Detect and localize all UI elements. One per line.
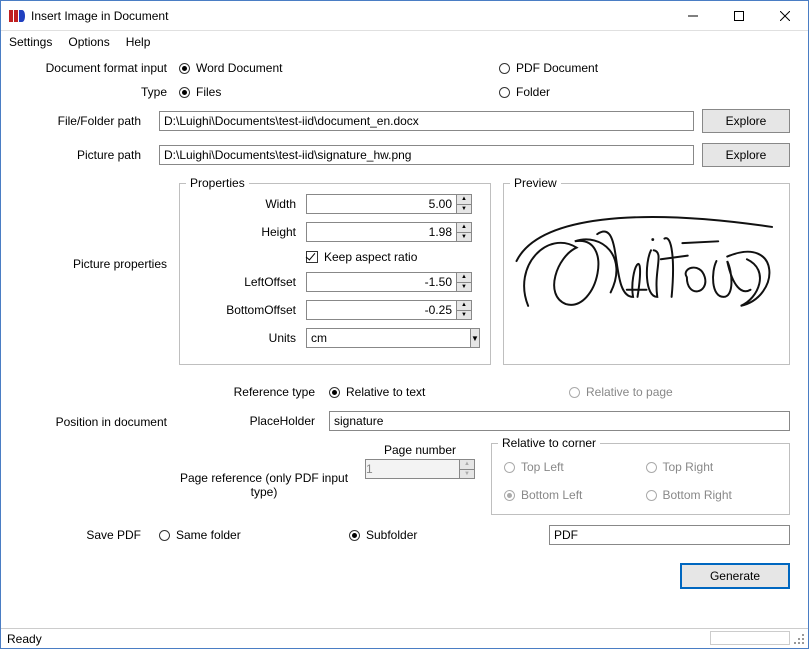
- label-placeholder: PlaceHolder: [179, 414, 329, 428]
- label-left-offset: LeftOffset: [188, 275, 306, 289]
- label-width: Width: [188, 197, 306, 211]
- relative-corner-group: Relative to corner Top Left Top Right: [491, 443, 790, 515]
- height-spinner[interactable]: ▲▼: [306, 222, 472, 242]
- height-down[interactable]: ▼: [457, 233, 471, 242]
- radio-relative-text[interactable]: [329, 387, 340, 398]
- status-pane: [710, 631, 790, 645]
- statusbar: Ready: [1, 628, 808, 648]
- label-doc-format: Document format input: [19, 61, 179, 75]
- label-page-ref-hint: Page reference (only PDF input type): [179, 443, 349, 500]
- radio-label-files: Files: [196, 85, 221, 99]
- bottom-offset-spinner[interactable]: ▲▼: [306, 300, 472, 320]
- radio-label-subfolder: Subfolder: [366, 528, 417, 542]
- legend-rel-corner: Relative to corner: [498, 436, 600, 450]
- radio-label-pdf-doc: PDF Document: [516, 61, 598, 75]
- label-save-pdf: Save PDF: [19, 528, 159, 542]
- radio-label-top-right: Top Right: [663, 460, 714, 474]
- status-text: Ready: [7, 632, 42, 646]
- minimize-button[interactable]: [670, 1, 716, 31]
- radio-label-same-folder: Same folder: [176, 528, 241, 542]
- app-icon: [9, 8, 25, 24]
- radio-top-left: [504, 462, 515, 473]
- generate-button[interactable]: Generate: [680, 563, 790, 589]
- width-up[interactable]: ▲: [457, 195, 471, 205]
- menu-help[interactable]: Help: [126, 35, 151, 49]
- save-pdf-folder-input[interactable]: [549, 525, 790, 545]
- preview-group: Preview: [503, 183, 790, 365]
- maximize-button[interactable]: [716, 1, 762, 31]
- legend-properties: Properties: [186, 176, 249, 190]
- radio-folder[interactable]: [499, 87, 510, 98]
- radio-bottom-right: [646, 490, 657, 501]
- label-bottom-offset: BottomOffset: [188, 303, 306, 317]
- left-offset-spinner[interactable]: ▲▼: [306, 272, 472, 292]
- label-ref-type: Reference type: [179, 385, 329, 399]
- radio-label-bottom-right: Bottom Right: [663, 488, 732, 502]
- units-combo[interactable]: ▼: [306, 328, 472, 348]
- radio-same-folder[interactable]: [159, 530, 170, 541]
- menu-options[interactable]: Options: [68, 35, 109, 49]
- preview-image: [512, 194, 781, 346]
- radio-files[interactable]: [179, 87, 190, 98]
- radio-label-relative-page: Relative to page: [586, 385, 673, 399]
- placeholder-input[interactable]: [329, 411, 790, 431]
- explore-picture-button[interactable]: Explore: [702, 143, 790, 167]
- label-picture-properties: Picture properties: [19, 177, 179, 271]
- label-position: Position in document: [19, 385, 179, 429]
- radio-pdf-doc[interactable]: [499, 63, 510, 74]
- window-title: Insert Image in Document: [31, 9, 670, 23]
- keep-aspect-checkbox[interactable]: [306, 251, 318, 263]
- page-number-spinner: ▲▼: [365, 459, 475, 479]
- radio-label-relative-text: Relative to text: [346, 385, 425, 399]
- radio-word-doc[interactable]: [179, 63, 190, 74]
- radio-relative-page: [569, 387, 580, 398]
- close-button[interactable]: [762, 1, 808, 31]
- radio-label-word-doc: Word Document: [196, 61, 282, 75]
- radio-bottom-left: [504, 490, 515, 501]
- width-spinner[interactable]: ▲▼: [306, 194, 472, 214]
- chevron-down-icon[interactable]: ▼: [470, 328, 480, 348]
- radio-subfolder[interactable]: [349, 530, 360, 541]
- titlebar: Insert Image in Document: [1, 1, 808, 31]
- label-picture-path: Picture path: [19, 148, 159, 162]
- radio-top-right: [646, 462, 657, 473]
- radio-label-top-left: Top Left: [521, 460, 564, 474]
- label-type: Type: [19, 85, 179, 99]
- label-file-path: File/Folder path: [19, 114, 159, 128]
- resize-grip-icon[interactable]: [794, 634, 806, 646]
- legend-preview: Preview: [510, 176, 561, 190]
- radio-label-bottom-left: Bottom Left: [521, 488, 582, 502]
- height-up[interactable]: ▲: [457, 223, 471, 233]
- file-path-input[interactable]: [159, 111, 694, 131]
- width-down[interactable]: ▼: [457, 205, 471, 214]
- properties-group: Properties Width ▲▼ Height ▲▼: [179, 183, 491, 365]
- explore-file-button[interactable]: Explore: [702, 109, 790, 133]
- picture-path-input[interactable]: [159, 145, 694, 165]
- menubar: Settings Options Help: [1, 31, 808, 53]
- menu-settings[interactable]: Settings: [9, 35, 52, 49]
- label-units: Units: [188, 331, 306, 345]
- label-page-number: Page number: [365, 443, 475, 457]
- label-keep-aspect: Keep aspect ratio: [324, 250, 417, 264]
- label-height: Height: [188, 225, 306, 239]
- radio-label-folder: Folder: [516, 85, 550, 99]
